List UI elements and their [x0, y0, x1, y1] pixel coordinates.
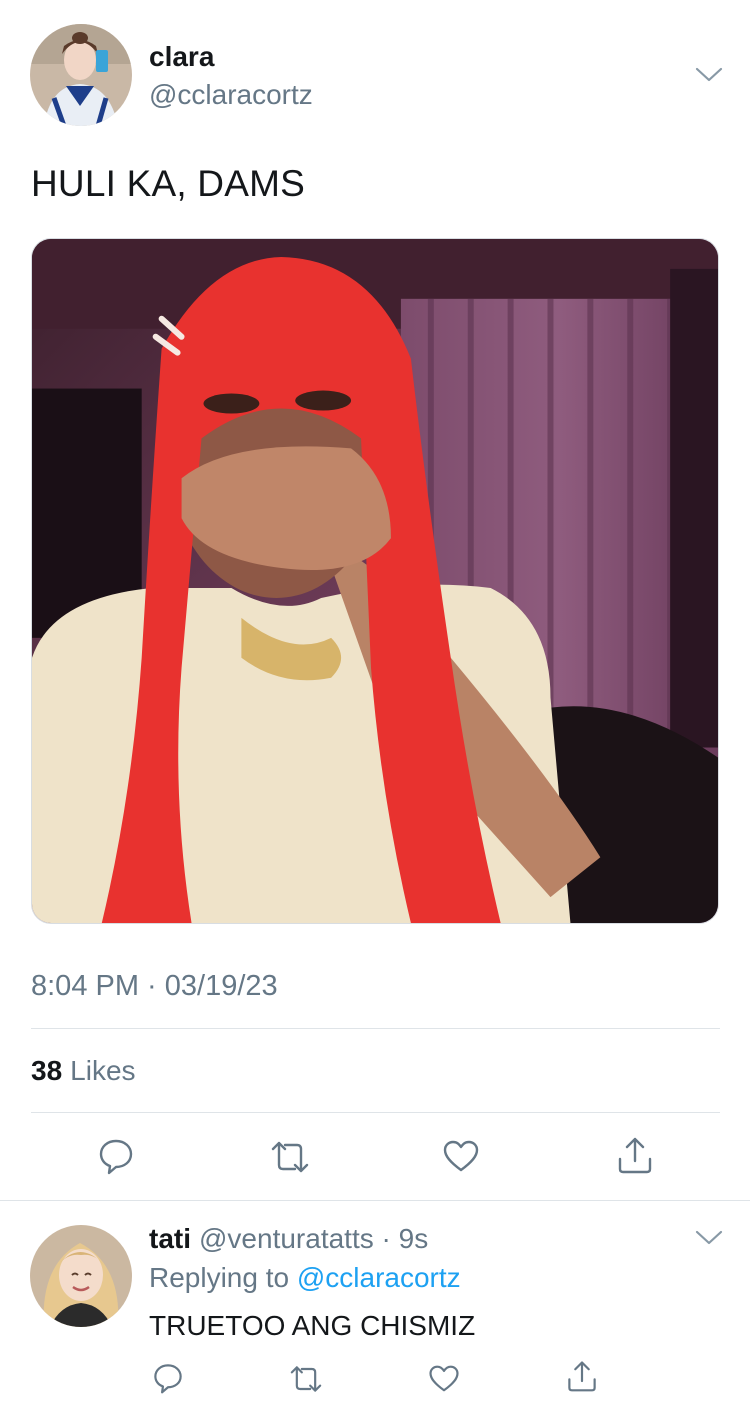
display-name[interactable]: clara — [149, 41, 214, 73]
share-icon[interactable] — [616, 1135, 654, 1175]
like-icon[interactable] — [442, 1139, 480, 1173]
chevron-down-icon[interactable] — [695, 1228, 723, 1248]
reply-icon[interactable] — [152, 1362, 184, 1394]
reply-text: TRUETOO ANG CHISMIZ — [149, 1310, 476, 1341]
reply-icon[interactable] — [97, 1137, 135, 1175]
chevron-down-icon[interactable] — [695, 65, 723, 85]
user-handle[interactable]: @cclaracortz — [149, 79, 313, 111]
avatar[interactable] — [30, 24, 132, 126]
tweet-text: HULI KA, DAMS — [31, 163, 305, 204]
likes-label: Likes — [70, 1055, 136, 1086]
likes-count[interactable]: 38 Likes — [31, 1055, 136, 1087]
reply-handle[interactable]: @venturatatts — [199, 1223, 374, 1254]
reply-header: tati @venturatatts · 9s — [149, 1223, 428, 1255]
like-icon[interactable] — [428, 1364, 460, 1393]
tweet-timestamp[interactable]: 8:04 PM · 03/19/23 — [31, 970, 278, 1003]
replying-prefix: Replying to — [149, 1262, 297, 1293]
replying-to: Replying to @cclaracortz — [149, 1262, 461, 1294]
reply-avatar[interactable] — [30, 1225, 132, 1327]
divider — [31, 1112, 720, 1113]
likes-number: 38 — [31, 1055, 63, 1086]
mention-link[interactable]: @cclaracortz — [297, 1262, 461, 1293]
retweet-icon[interactable] — [269, 1139, 311, 1175]
tweet-media-image[interactable] — [31, 238, 719, 924]
main-tweet: clara @cclaracortz HULI KA, DAMS 8:04 PM… — [0, 0, 750, 1200]
reply-display-name[interactable]: tati — [149, 1223, 191, 1254]
divider — [31, 1028, 720, 1029]
tweet-separator — [0, 1200, 750, 1201]
share-icon[interactable] — [566, 1359, 598, 1393]
retweet-icon[interactable] — [288, 1364, 324, 1394]
reply-time[interactable]: · 9s — [374, 1223, 429, 1254]
